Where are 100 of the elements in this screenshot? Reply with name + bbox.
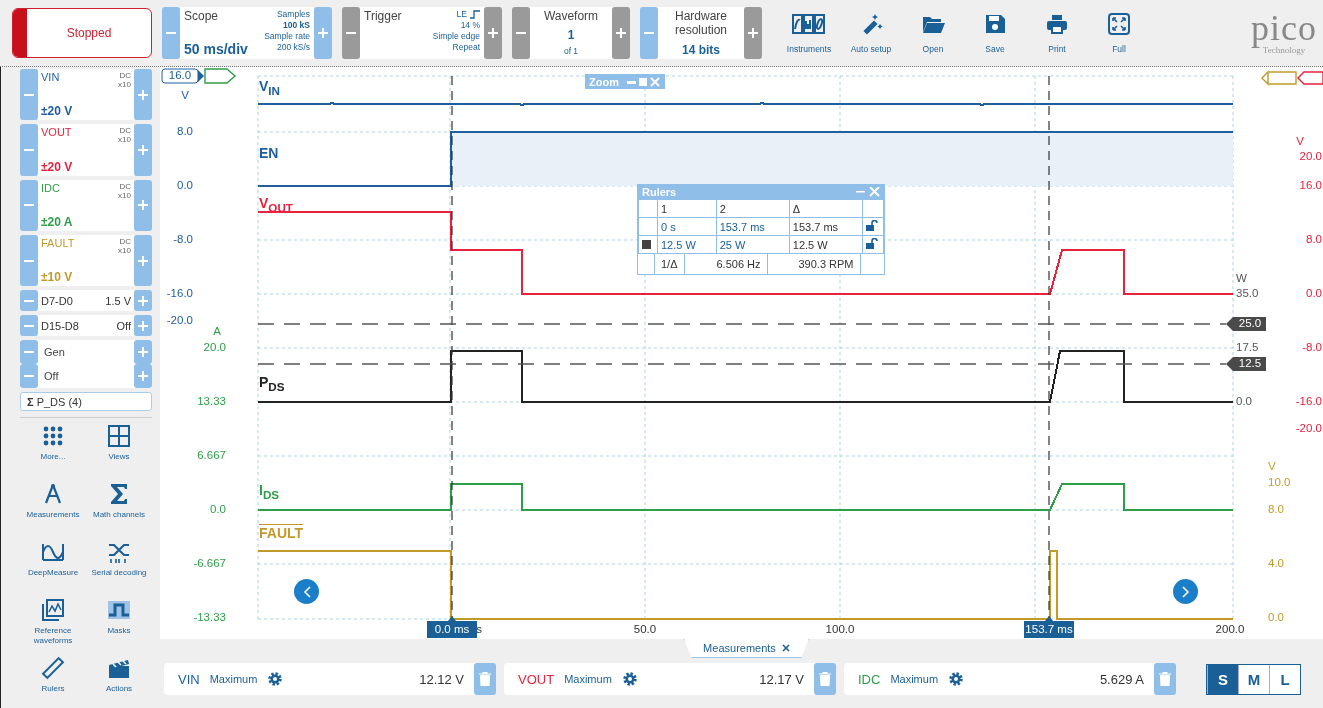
measurements-tab[interactable]: Measurements <box>684 639 809 658</box>
toolbar-button[interactable]: Instruments <box>778 12 840 54</box>
settings-icon[interactable] <box>621 671 638 687</box>
increase-button[interactable] <box>134 124 152 176</box>
channel-card[interactable]: FAULT DC x10 ±10 V <box>38 234 134 287</box>
sidebar-tool-button[interactable]: DeepMeasure <box>20 540 86 592</box>
increase-button[interactable] <box>134 179 152 231</box>
plus-icon <box>318 28 328 38</box>
decrease-button[interactable] <box>512 7 530 59</box>
sidebar-tool-button[interactable]: Measurements <box>20 482 86 534</box>
table-cell: 0 s <box>657 217 717 236</box>
ruler-handle[interactable]: 12.5 <box>1226 357 1266 371</box>
delete-button[interactable] <box>1154 663 1176 695</box>
decrease-button[interactable] <box>162 7 180 59</box>
padlock-icon[interactable] <box>866 238 878 249</box>
toolbar-button[interactable]: Open <box>902 12 964 54</box>
increase-button[interactable] <box>134 234 152 287</box>
table-cell: 25 W <box>716 235 790 254</box>
math-channel-button[interactable]: Σ P_DS (4) <box>20 391 152 412</box>
waveform-index: 1 <box>567 27 575 42</box>
increase-button[interactable] <box>134 315 152 336</box>
table-cell: 12.5 W <box>789 235 863 254</box>
probe-label: x10 <box>118 135 131 145</box>
decrease-button[interactable] <box>20 69 38 121</box>
ruler-line[interactable] <box>451 75 453 620</box>
decrease-button[interactable] <box>20 363 38 388</box>
increase-button[interactable] <box>134 363 152 388</box>
channel-card[interactable]: VIN DC x10 ±20 V <box>38 69 134 121</box>
axis-label: 0.0 <box>1268 611 1284 624</box>
increase-button[interactable] <box>744 7 762 59</box>
sidebar-tool-button[interactable]: Rulers <box>20 656 86 708</box>
delete-button[interactable] <box>814 663 836 695</box>
increase-button[interactable] <box>612 7 630 59</box>
size-toggle[interactable]: S <box>1207 664 1238 694</box>
sidebar-tool-button[interactable]: Reference waveforms <box>20 598 86 650</box>
channel-name: VOUT <box>41 126 72 139</box>
trace-label: V$_{IN}$ <box>259 77 280 99</box>
axis-unit: V <box>181 89 189 102</box>
settings-icon[interactable] <box>948 671 965 687</box>
axis-unit: W <box>1236 272 1247 285</box>
channel-marker[interactable] <box>198 70 204 82</box>
rising-edge-icon <box>470 10 480 19</box>
measurement-type: Maximum <box>209 673 258 685</box>
axis-label: 0.0 <box>210 503 226 516</box>
increase-button[interactable] <box>134 290 152 312</box>
table-cell: 6.506 Hz <box>684 254 768 274</box>
plus-icon <box>616 28 626 38</box>
channel-card[interactable]: IDC DC x10 ±20 A <box>38 179 134 231</box>
axis-label: 0.0 <box>1306 287 1322 300</box>
channel-card[interactable]: VOUT DC x10 ±20 V <box>38 124 134 176</box>
decrease-button[interactable] <box>20 315 38 336</box>
run-button[interactable]: Stopped <box>12 8 152 58</box>
window-controls-icon[interactable] <box>856 187 880 197</box>
ruler-handle[interactable]: 25.0 <box>1226 317 1266 331</box>
trigger-type: Simple edge <box>432 31 480 42</box>
ruler-handle[interactable]: 0.0 ms <box>427 616 477 638</box>
chevron-right-icon <box>1180 585 1191 598</box>
timebase-value: 50 ms/div <box>184 41 248 57</box>
channel-name: FAULT <box>41 236 75 249</box>
decrease-button[interactable] <box>342 7 360 59</box>
toolbar-button[interactable]: Print <box>1026 12 1088 54</box>
sidebar-tool-button[interactable]: Masks <box>86 598 152 650</box>
increase-button[interactable] <box>134 339 152 364</box>
axis-label: 20.0 <box>203 341 226 354</box>
scroll-left-button[interactable] <box>294 579 319 604</box>
ruler-handle[interactable]: 153.7 ms <box>1024 616 1074 638</box>
settings-icon[interactable] <box>267 671 284 687</box>
sample-rate-label: Sample rate <box>264 31 310 42</box>
sidebar-tool-button[interactable]: More... <box>20 424 86 476</box>
decrease-button[interactable] <box>640 7 658 59</box>
decrease-button[interactable] <box>20 124 38 176</box>
delete-button[interactable] <box>474 663 496 695</box>
toolbar-button[interactable]: Auto setup <box>840 12 902 54</box>
measurement-value: 12.17 V <box>759 671 804 687</box>
padlock-icon[interactable] <box>866 220 878 231</box>
sidebar-tool-button[interactable]: Actions <box>86 656 152 708</box>
sidebar-tool-button[interactable]: Math channels <box>86 482 152 534</box>
plus-icon <box>138 320 148 331</box>
sidebar-tool-button[interactable]: Views <box>86 424 152 476</box>
close-icon[interactable] <box>781 644 790 652</box>
table-cell: 390.3 RPM <box>767 254 861 274</box>
trash-icon <box>1159 672 1171 686</box>
trace-label: EN <box>259 144 279 162</box>
plus-icon <box>138 89 148 100</box>
decrease-button[interactable] <box>20 234 38 287</box>
decrease-button[interactable] <box>20 290 38 312</box>
scroll-right-button[interactable] <box>1173 579 1198 604</box>
sidebar-tool-button[interactable]: Serial decoding <box>86 540 152 592</box>
ruler-line[interactable] <box>1048 75 1050 620</box>
plus-icon <box>138 144 148 155</box>
size-toggle[interactable]: M <box>1238 664 1269 694</box>
decrease-button[interactable] <box>20 339 38 364</box>
increase-button[interactable] <box>484 7 502 59</box>
toolbar-button[interactable]: Save <box>964 12 1026 54</box>
offset-handle[interactable]: 16.0 <box>161 68 199 84</box>
toolbar-button[interactable]: Full <box>1088 12 1150 54</box>
size-toggle[interactable]: L <box>1269 664 1300 694</box>
decrease-button[interactable] <box>20 179 38 231</box>
increase-button[interactable] <box>314 7 332 59</box>
increase-button[interactable] <box>134 69 152 121</box>
